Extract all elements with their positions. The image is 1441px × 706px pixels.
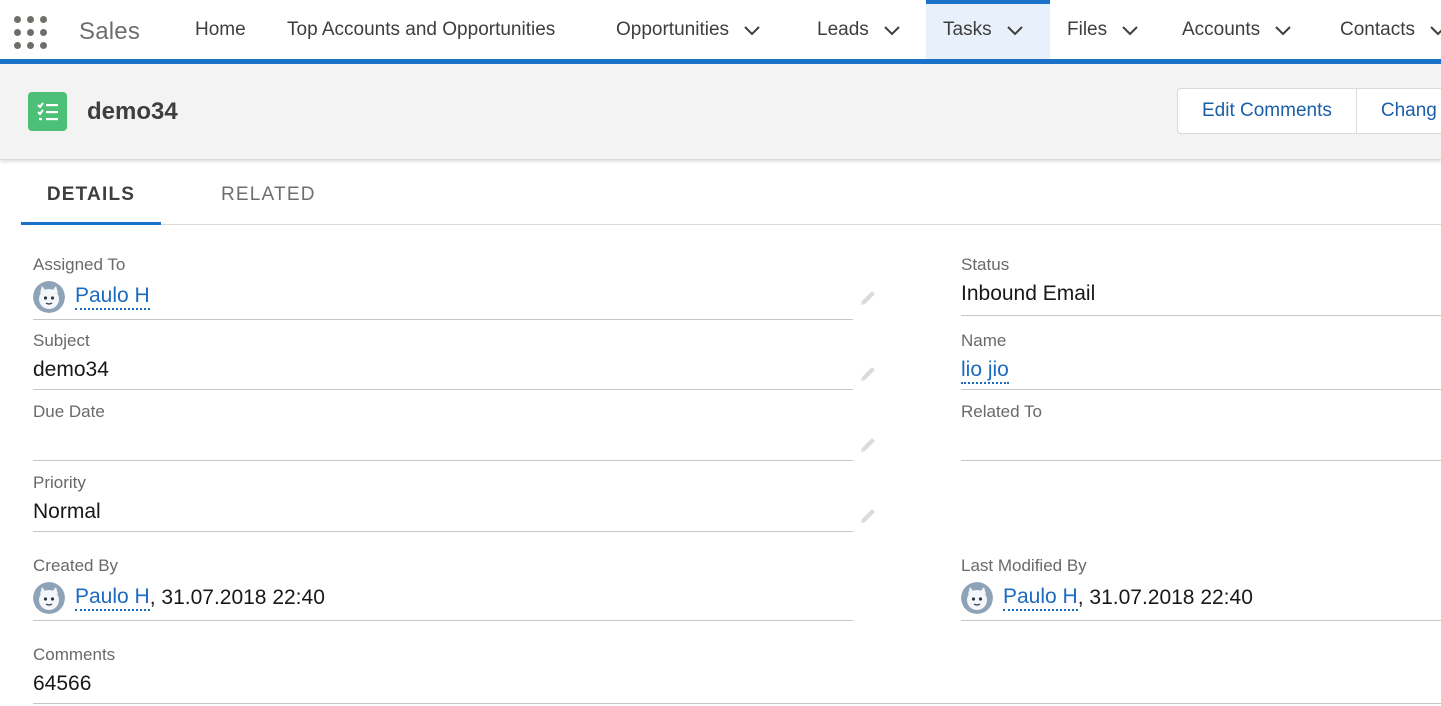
created-by-link[interactable]: Paulo H <box>75 585 150 611</box>
field-assigned-to: Assigned To Paulo H <box>33 255 883 321</box>
nav-item-label: Contacts <box>1340 18 1415 40</box>
field-name: Name lio jio <box>961 331 1441 391</box>
field-label: Subject <box>33 331 90 350</box>
task-icon <box>28 92 67 131</box>
field-divider <box>961 460 1441 461</box>
user-avatar <box>33 281 65 313</box>
nav-item-files[interactable]: Files <box>1052 0 1154 59</box>
field-divider <box>33 389 853 390</box>
field-divider <box>961 389 1441 390</box>
record-actions: Edit Comments Chang <box>1177 88 1441 134</box>
chevron-down-icon[interactable] <box>1006 21 1024 39</box>
nav-item-opportunities[interactable]: Opportunities <box>601 0 776 59</box>
field-label: Name <box>961 331 1007 350</box>
user-avatar <box>33 582 65 614</box>
chevron-down-icon[interactable] <box>743 21 761 39</box>
field-divider <box>33 460 853 461</box>
tab-label: DETAILS <box>46 183 136 205</box>
field-label: Related To <box>961 402 1042 421</box>
nav-item-label: Tasks <box>943 18 992 40</box>
tab-related[interactable]: RELATED <box>221 165 316 224</box>
nav-item-contacts[interactable]: Contacts <box>1325 0 1441 59</box>
name-link[interactable]: lio jio <box>961 358 1009 384</box>
pencil-icon[interactable] <box>858 503 880 525</box>
last-modified-by-link[interactable]: Paulo H <box>1003 585 1078 611</box>
status-value: Inbound Email <box>961 282 1096 305</box>
priority-value: Normal <box>33 500 101 523</box>
nav-item-label: Top Accounts and Opportunities <box>287 18 556 40</box>
app-name: Sales <box>79 18 141 45</box>
tab-label: RELATED <box>221 183 316 205</box>
field-label: Last Modified By <box>961 556 1087 575</box>
tab-details[interactable]: DETAILS <box>21 165 161 225</box>
field-related-to: Related To <box>961 402 1441 462</box>
assigned-to-link[interactable]: Paulo H <box>75 284 150 310</box>
field-label: Assigned To <box>33 255 126 274</box>
field-due-date: Due Date <box>33 402 883 462</box>
chevron-down-icon[interactable] <box>1429 21 1441 39</box>
comments-value: 64566 <box>33 672 92 695</box>
field-divider <box>33 531 853 532</box>
field-value: Paulo H , 31.07.2018 22:40 <box>961 582 1253 614</box>
field-comments: Comments 64566 <box>33 645 1441 706</box>
user-avatar <box>961 582 993 614</box>
field-last-modified-by: Last Modified By Paulo H , 31.07.2018 22… <box>961 556 1441 622</box>
chevron-down-icon[interactable] <box>1121 21 1139 39</box>
change-button[interactable]: Chang <box>1356 88 1441 134</box>
field-value: Paulo H , 31.07.2018 22:40 <box>33 582 325 614</box>
field-label: Priority <box>33 473 86 492</box>
field-divider <box>33 319 853 320</box>
nav-item-tasks[interactable]: Tasks <box>926 0 1050 59</box>
pencil-icon[interactable] <box>858 285 880 307</box>
subject-value: demo34 <box>33 358 109 381</box>
nav-item-label: Files <box>1067 18 1108 40</box>
app-launcher-icon[interactable] <box>14 16 48 50</box>
field-label: Status <box>961 255 1010 274</box>
last-modified-date: , 31.07.2018 22:40 <box>1077 586 1253 609</box>
record-tabs: DETAILS RELATED <box>21 165 1441 225</box>
nav-item-top-accounts[interactable]: Top Accounts and Opportunities <box>272 0 570 59</box>
global-nav: Sales Home Top Accounts and Opportunitie… <box>0 0 1441 59</box>
field-value: lio jio <box>961 358 1009 384</box>
field-value: Paulo H <box>33 281 150 313</box>
nav-item-accounts[interactable]: Accounts <box>1167 0 1307 59</box>
record-title: demo34 <box>87 98 178 125</box>
edit-comments-button[interactable]: Edit Comments <box>1177 88 1357 134</box>
created-date: , 31.07.2018 22:40 <box>149 586 325 609</box>
field-divider <box>961 620 1441 621</box>
field-subject: Subject demo34 <box>33 331 883 391</box>
chevron-down-icon[interactable] <box>883 21 901 39</box>
field-status: Status Inbound Email <box>961 255 1441 317</box>
field-divider <box>961 315 1441 316</box>
pencil-icon[interactable] <box>858 432 880 454</box>
pencil-icon[interactable] <box>858 361 880 383</box>
field-label: Comments <box>33 645 116 664</box>
record-header: demo34 Edit Comments Chang <box>0 64 1441 160</box>
nav-item-label: Home <box>195 18 246 40</box>
nav-item-label: Leads <box>817 18 869 40</box>
nav-item-home[interactable]: Home <box>180 0 261 59</box>
nav-item-leads[interactable]: Leads <box>802 0 916 59</box>
nav-item-label: Accounts <box>1182 18 1261 40</box>
chevron-down-icon[interactable] <box>1274 21 1292 39</box>
field-divider <box>33 703 1441 704</box>
field-label: Created By <box>33 556 119 575</box>
field-divider <box>33 620 853 621</box>
nav-item-label: Opportunities <box>616 18 730 40</box>
field-priority: Priority Normal <box>33 473 883 533</box>
field-created-by: Created By Paulo H , 31.07.2018 22:40 <box>33 556 883 622</box>
field-label: Due Date <box>33 402 105 421</box>
